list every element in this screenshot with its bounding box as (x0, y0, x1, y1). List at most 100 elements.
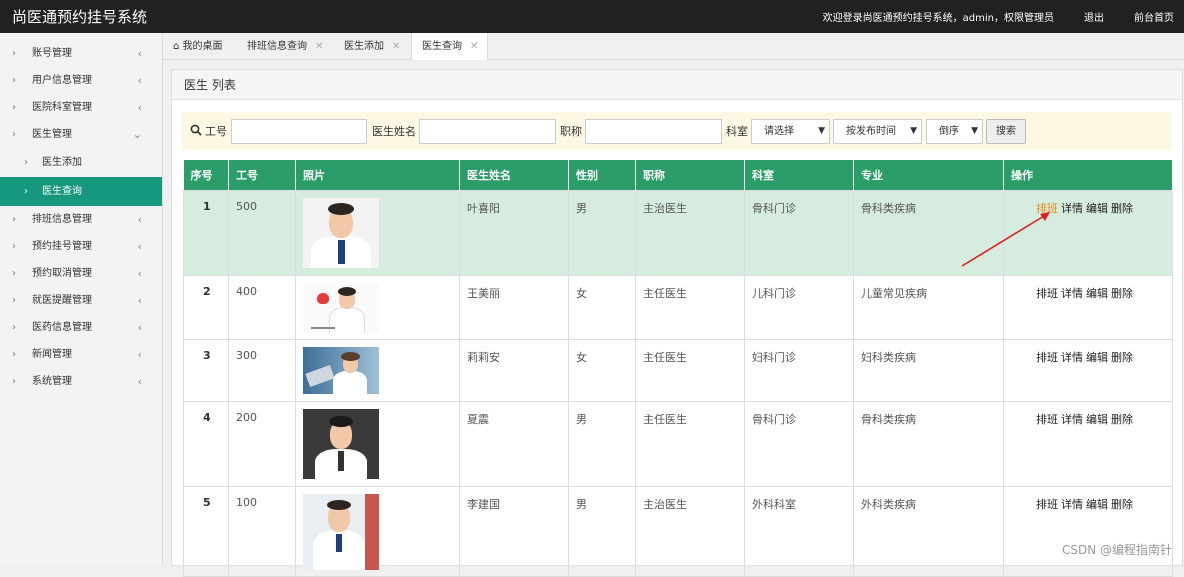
column-header[interactable]: 工号 (229, 160, 296, 190)
detail-button[interactable]: 详情 (1061, 498, 1083, 511)
sort-order-select[interactable]: 倒序▼ (926, 119, 983, 144)
delete-button[interactable]: 删除 (1111, 202, 1133, 215)
doctor-gender: 男 (569, 190, 636, 275)
delete-button[interactable]: 删除 (1111, 287, 1133, 300)
sidebar-item-appointment[interactable]: ›预约挂号管理‹ (0, 233, 162, 260)
table-row[interactable]: 2 400 王美丽 女 主任医生 儿科门诊 儿童常见疾病 (184, 275, 1173, 339)
close-icon[interactable]: ✕ (315, 41, 323, 52)
sort-field-value: 按发布时间 (846, 126, 896, 137)
table-row[interactable]: 3 300 莉莉安 女 主任医生 妇科门诊 妇科类疾病 (184, 339, 1173, 401)
sidebar-item-doctor[interactable]: ›医生管理⌄ (0, 121, 162, 148)
chevron-left-icon: ‹ (138, 233, 142, 260)
logout-link[interactable]: 退出 (1084, 9, 1104, 24)
table-row[interactable]: 4 200 夏震 男 主任医生 骨科门诊 骨科类疾病 排班详情编辑删除 (184, 401, 1173, 486)
chevron-right-icon: › (24, 148, 28, 177)
doctor-dept: 骨科门诊 (745, 190, 854, 275)
sidebar-item-schedule[interactable]: ›排班信息管理‹ (0, 206, 162, 233)
sidebar-item-user-info[interactable]: ›用户信息管理‹ (0, 67, 162, 94)
doctor-title: 主治医生 (636, 190, 745, 275)
edit-button[interactable]: 编辑 (1086, 287, 1108, 300)
row-actions: 排班详情编辑删除 (1004, 190, 1173, 275)
sidebar-item-cancel[interactable]: ›预约取消管理‹ (0, 260, 162, 287)
column-header[interactable]: 性别 (569, 160, 636, 190)
name-input[interactable] (419, 119, 556, 144)
sidebar-item-news[interactable]: › 新闻管理 ‹ (0, 341, 162, 368)
chevron-left-icon: ‹ (138, 341, 142, 368)
tab-label: 排班信息查询 (247, 41, 307, 52)
sidebar-item-label: 医药信息管理 (32, 322, 92, 333)
edit-button[interactable]: 编辑 (1086, 202, 1108, 215)
sidebar-item-hospital-dept[interactable]: ›医院科室管理‹ (0, 94, 162, 121)
sidebar-item-label: 医生管理 (32, 129, 72, 140)
detail-button[interactable]: 详情 (1061, 351, 1083, 364)
doctor-name: 莉莉安 (460, 339, 569, 401)
sidebar-item-label: 新闻管理 (32, 349, 72, 360)
chevron-right-icon: › (12, 40, 16, 67)
sidebar-subitem-doctor-query[interactable]: ›医生查询 (0, 177, 162, 206)
title-input[interactable] (585, 119, 722, 144)
detail-button[interactable]: 详情 (1061, 287, 1083, 300)
close-icon[interactable]: ✕ (470, 41, 478, 52)
tab-desktop[interactable]: ⌂ 我的桌面 (173, 33, 223, 60)
sidebar-item-label: 医院科室管理 (32, 102, 92, 113)
welcome-text: 欢迎登录尚医通预约挂号系统，admin，权限管理员 (823, 9, 1054, 24)
column-header[interactable]: 职称 (636, 160, 745, 190)
column-header[interactable]: 序号 (184, 160, 229, 190)
column-header[interactable]: 医生姓名 (460, 160, 569, 190)
doctor-name: 叶喜阳 (460, 190, 569, 275)
front-home-link[interactable]: 前台首页 (1134, 9, 1174, 24)
column-header[interactable]: 专业 (854, 160, 1004, 190)
column-header[interactable]: 照片 (296, 160, 460, 190)
sidebar-item-system[interactable]: ›系统管理‹ (0, 368, 162, 395)
edit-button[interactable]: 编辑 (1086, 498, 1108, 511)
sidebar-item-reminder[interactable]: ›就医提醒管理‹ (0, 287, 162, 314)
doctor-photo (303, 347, 379, 394)
doctor-dept: 外科科室 (745, 486, 854, 576)
sort-field-select[interactable]: 按发布时间▼ (833, 119, 922, 144)
delete-button[interactable]: 删除 (1111, 413, 1133, 426)
chevron-right-icon: › (12, 341, 16, 368)
tab-doctor-add[interactable]: 医生添加✕ (344, 33, 400, 60)
schedule-button[interactable]: 排班 (1036, 287, 1058, 300)
sidebar-subitem-doctor-add[interactable]: ›医生添加 (0, 148, 162, 177)
top-right-area: 欢迎登录尚医通预约挂号系统，admin，权限管理员 退出 前台首页 (823, 9, 1174, 24)
chevron-right-icon: › (12, 67, 16, 94)
column-header[interactable]: 操作 (1004, 160, 1173, 190)
doctor-photo (303, 494, 379, 570)
sidebar-item-account[interactable]: ›账号管理‹ (0, 40, 162, 67)
row-number: 3 (184, 339, 229, 401)
watermark: CSDN @编程指南针 (1062, 541, 1172, 558)
column-header[interactable]: 科室 (745, 160, 854, 190)
doctor-id: 400 (229, 275, 296, 339)
sidebar-item-label: 预约挂号管理 (32, 241, 92, 252)
tab-schedule-query[interactable]: 排班信息查询 ✕ (247, 33, 323, 60)
doctor-id: 500 (229, 190, 296, 275)
schedule-button[interactable]: 排班 (1036, 202, 1058, 215)
chevron-left-icon: ‹ (138, 314, 142, 341)
edit-button[interactable]: 编辑 (1086, 351, 1108, 364)
doctor-id: 100 (229, 486, 296, 576)
row-number: 5 (184, 486, 229, 576)
schedule-button[interactable]: 排班 (1036, 413, 1058, 426)
chevron-down-icon: ▼ (818, 120, 825, 143)
row-actions: 排班详情编辑删除 (1004, 486, 1173, 576)
sidebar-item-medicine[interactable]: ›医药信息管理‹ (0, 314, 162, 341)
delete-button[interactable]: 删除 (1111, 351, 1133, 364)
id-input[interactable] (231, 119, 367, 144)
table-row[interactable]: 1 500 叶喜阳 男 主治医生 骨科门诊 骨科类疾病 排班详情编辑删除 (184, 190, 1173, 275)
dept-select[interactable]: 请选择▼ (751, 119, 830, 144)
schedule-button[interactable]: 排班 (1036, 498, 1058, 511)
schedule-button[interactable]: 排班 (1036, 351, 1058, 364)
table-row[interactable]: 5 100 李建国 男 主治医生 外科科室 外科类疾病 (184, 486, 1173, 576)
title-label: 职称 (560, 120, 582, 143)
delete-button[interactable]: 删除 (1111, 498, 1133, 511)
edit-button[interactable]: 编辑 (1086, 413, 1108, 426)
tab-doctor-query[interactable]: 医生查询✕ (411, 33, 488, 60)
search-button[interactable]: 搜索 (986, 119, 1026, 144)
close-icon[interactable]: ✕ (392, 41, 400, 52)
doctor-gender: 女 (569, 339, 636, 401)
detail-button[interactable]: 详情 (1061, 202, 1083, 215)
detail-button[interactable]: 详情 (1061, 413, 1083, 426)
doctor-gender: 女 (569, 275, 636, 339)
app-title: 尚医通预约挂号系统 (12, 6, 147, 27)
